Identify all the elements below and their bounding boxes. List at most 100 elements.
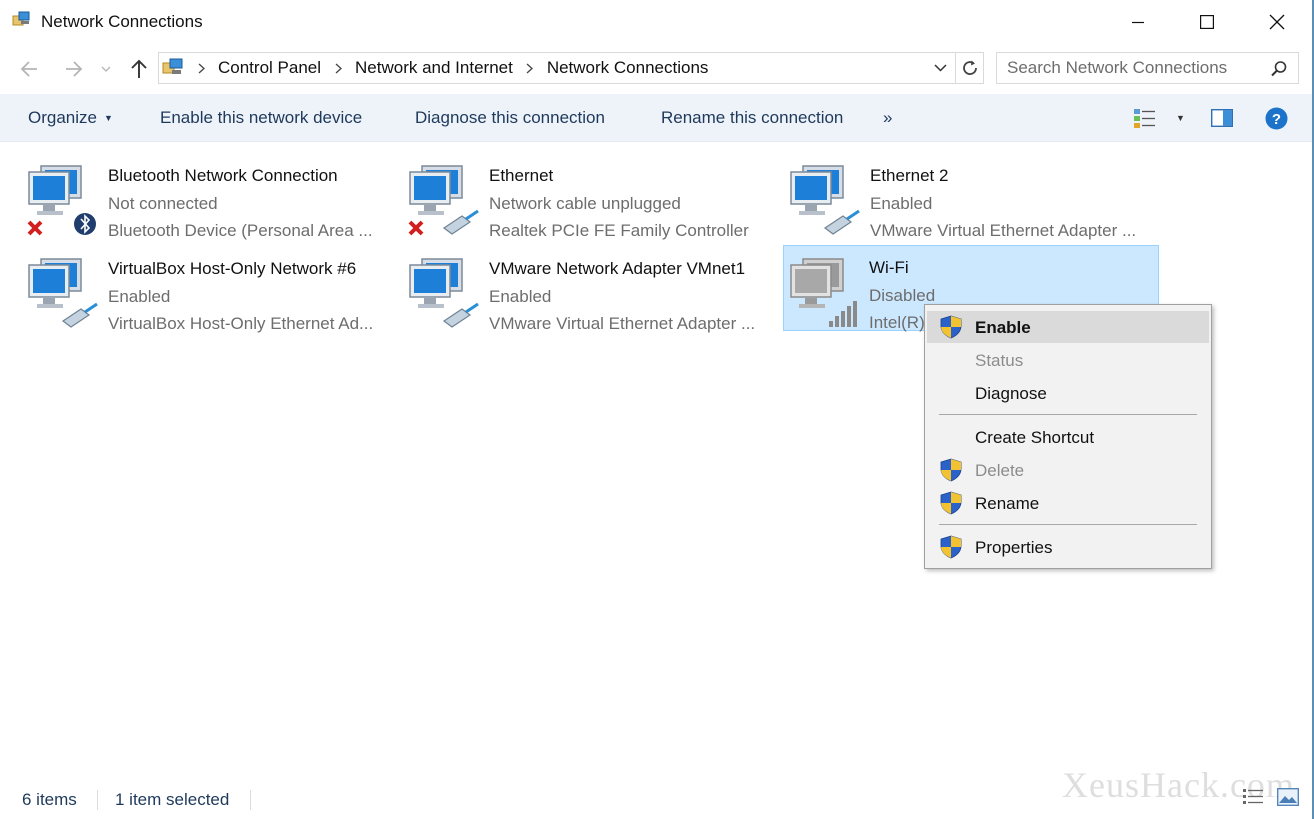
maximize-icon bbox=[1200, 15, 1214, 29]
connection-item-vmnet1[interactable]: VMware Network Adapter VMnet1 Enabled VM… bbox=[403, 246, 779, 333]
chevron-down-icon bbox=[933, 64, 947, 72]
menu-item-label: Delete bbox=[975, 461, 1025, 480]
connection-name: Ethernet 2 bbox=[870, 166, 949, 185]
svg-text:?: ? bbox=[1272, 111, 1281, 128]
connection-device: VMware Virtual Ethernet Adapter ... bbox=[870, 221, 1137, 240]
enable-device-label: Enable this network device bbox=[160, 108, 363, 127]
close-button[interactable] bbox=[1242, 0, 1312, 44]
menu-item-diagnose[interactable]: Diagnose bbox=[927, 377, 1209, 409]
address-history-button[interactable] bbox=[927, 53, 953, 83]
more-commands-button[interactable]: » bbox=[883, 94, 892, 142]
menu-separator bbox=[939, 414, 1197, 415]
connection-name: Ethernet bbox=[489, 166, 554, 185]
connection-status: Enabled bbox=[870, 194, 933, 213]
breadcrumb-separator-icon bbox=[321, 63, 355, 74]
breadcrumb-separator-icon bbox=[513, 63, 547, 74]
menu-item-properties[interactable]: Properties bbox=[927, 531, 1209, 563]
uac-shield-icon bbox=[940, 315, 962, 339]
details-view-icon bbox=[1243, 789, 1263, 804]
menu-item-create-shortcut[interactable]: Create Shortcut bbox=[927, 421, 1209, 453]
connection-device: VMware Virtual Ethernet Adapter ... bbox=[489, 314, 756, 333]
rename-connection-label: Rename this connection bbox=[661, 108, 844, 127]
selection-count: 1 item selected bbox=[115, 790, 230, 809]
maximize-button[interactable] bbox=[1172, 0, 1242, 44]
address-bar[interactable]: Control Panel Network and Internet Netwo… bbox=[158, 52, 984, 84]
diagnose-connection-label: Diagnose this connection bbox=[415, 108, 605, 127]
change-view-button[interactable] bbox=[1133, 94, 1157, 142]
uac-shield-icon bbox=[940, 535, 962, 559]
recent-locations-button[interactable] bbox=[96, 56, 116, 82]
item-count: 6 items bbox=[22, 790, 77, 809]
uac-shield-icon bbox=[940, 458, 962, 482]
minimize-icon bbox=[1132, 21, 1144, 24]
connection-name: VirtualBox Host-Only Network #6 bbox=[108, 259, 357, 278]
uac-shield-icon bbox=[940, 491, 962, 515]
context-menu: Enable Status Diagnose Create Shortcut D… bbox=[924, 304, 1212, 569]
menu-separator bbox=[939, 524, 1197, 525]
caret-down-icon: ▼ bbox=[103, 113, 113, 123]
control-panel-icon bbox=[162, 58, 183, 74]
connection-status: Disabled bbox=[869, 286, 936, 305]
connection-device: Realtek PCIe FE Family Controller bbox=[489, 221, 749, 240]
command-bar: Organize ▼ Enable this network device Dia… bbox=[0, 94, 1314, 142]
diagnose-connection-button[interactable]: Diagnose this connection bbox=[415, 94, 605, 142]
ethernet-adapter-icon bbox=[409, 258, 479, 328]
organize-label: Organize bbox=[28, 108, 97, 127]
connection-item-bluetooth[interactable]: Bluetooth Network Connection Not connect… bbox=[22, 153, 398, 240]
refresh-icon bbox=[963, 60, 977, 75]
title-bar: Network Connections bbox=[0, 0, 1314, 44]
breadcrumb-network-and-internet[interactable]: Network and Internet bbox=[355, 58, 513, 78]
more-commands-label: » bbox=[883, 108, 893, 127]
large-icons-view-icon bbox=[1277, 788, 1299, 806]
close-icon bbox=[1269, 14, 1285, 30]
search-box[interactable] bbox=[996, 52, 1299, 84]
breadcrumb-network-connections[interactable]: Network Connections bbox=[547, 58, 709, 78]
menu-item-enable[interactable]: Enable bbox=[927, 311, 1209, 343]
menu-item-label: Status bbox=[975, 351, 1024, 370]
organize-menu-button[interactable]: Organize ▼ bbox=[28, 94, 113, 142]
menu-item-delete[interactable]: Delete bbox=[927, 454, 1209, 486]
menu-item-rename[interactable]: Rename bbox=[927, 487, 1209, 519]
refresh-button[interactable] bbox=[955, 53, 984, 83]
minimize-button[interactable] bbox=[1103, 0, 1173, 44]
breadcrumb-separator-icon bbox=[184, 63, 218, 74]
connection-item-ethernet-2[interactable]: Ethernet 2 Enabled VMware Virtual Ethern… bbox=[784, 153, 1160, 240]
up-button[interactable] bbox=[126, 56, 152, 82]
caret-down-icon: ▼ bbox=[1176, 113, 1185, 123]
view-options-icon bbox=[1134, 109, 1155, 128]
menu-item-status[interactable]: Status bbox=[927, 344, 1209, 376]
ethernet-adapter-icon bbox=[790, 165, 860, 235]
connection-item-ethernet[interactable]: Ethernet Network cable unplugged Realtek… bbox=[403, 153, 779, 240]
large-icons-view-button[interactable] bbox=[1276, 786, 1300, 808]
search-input[interactable] bbox=[1007, 58, 1262, 78]
menu-item-label: Diagnose bbox=[975, 384, 1047, 403]
help-button[interactable]: ? bbox=[1265, 94, 1288, 142]
status-separator bbox=[97, 790, 98, 810]
view-dropdown-button[interactable]: ▼ bbox=[1169, 94, 1185, 142]
enable-device-button[interactable]: Enable this network device bbox=[160, 94, 362, 142]
connection-name: VMware Network Adapter VMnet1 bbox=[489, 259, 746, 278]
preview-pane-button[interactable] bbox=[1211, 94, 1233, 142]
connection-name: Wi-Fi bbox=[869, 258, 909, 277]
connection-status: Not connected bbox=[108, 194, 218, 213]
connection-name: Bluetooth Network Connection bbox=[108, 166, 338, 185]
back-arrow-icon bbox=[20, 61, 37, 77]
window-title: Network Connections bbox=[41, 12, 203, 31]
connection-item-virtualbox[interactable]: VirtualBox Host-Only Network #6 Enabled … bbox=[22, 246, 398, 333]
menu-item-label: Rename bbox=[975, 494, 1040, 513]
connection-status: Enabled bbox=[108, 287, 171, 306]
connection-device: VirtualBox Host-Only Ethernet Ad... bbox=[108, 314, 374, 333]
menu-item-label: Create Shortcut bbox=[975, 428, 1095, 447]
search-icon[interactable] bbox=[1270, 60, 1288, 78]
up-arrow-icon bbox=[131, 59, 147, 78]
connection-status: Network cable unplugged bbox=[489, 194, 681, 213]
network-connections-app-icon bbox=[12, 11, 30, 26]
wifi-adapter-icon bbox=[790, 258, 857, 327]
details-view-button[interactable] bbox=[1241, 786, 1265, 808]
breadcrumb-control-panel[interactable]: Control Panel bbox=[218, 58, 321, 78]
rename-connection-button[interactable]: Rename this connection bbox=[661, 94, 843, 142]
forward-button[interactable] bbox=[61, 56, 87, 82]
menu-item-label: Enable bbox=[975, 318, 1031, 337]
ethernet-adapter-icon bbox=[28, 258, 98, 328]
back-button[interactable] bbox=[16, 56, 42, 82]
